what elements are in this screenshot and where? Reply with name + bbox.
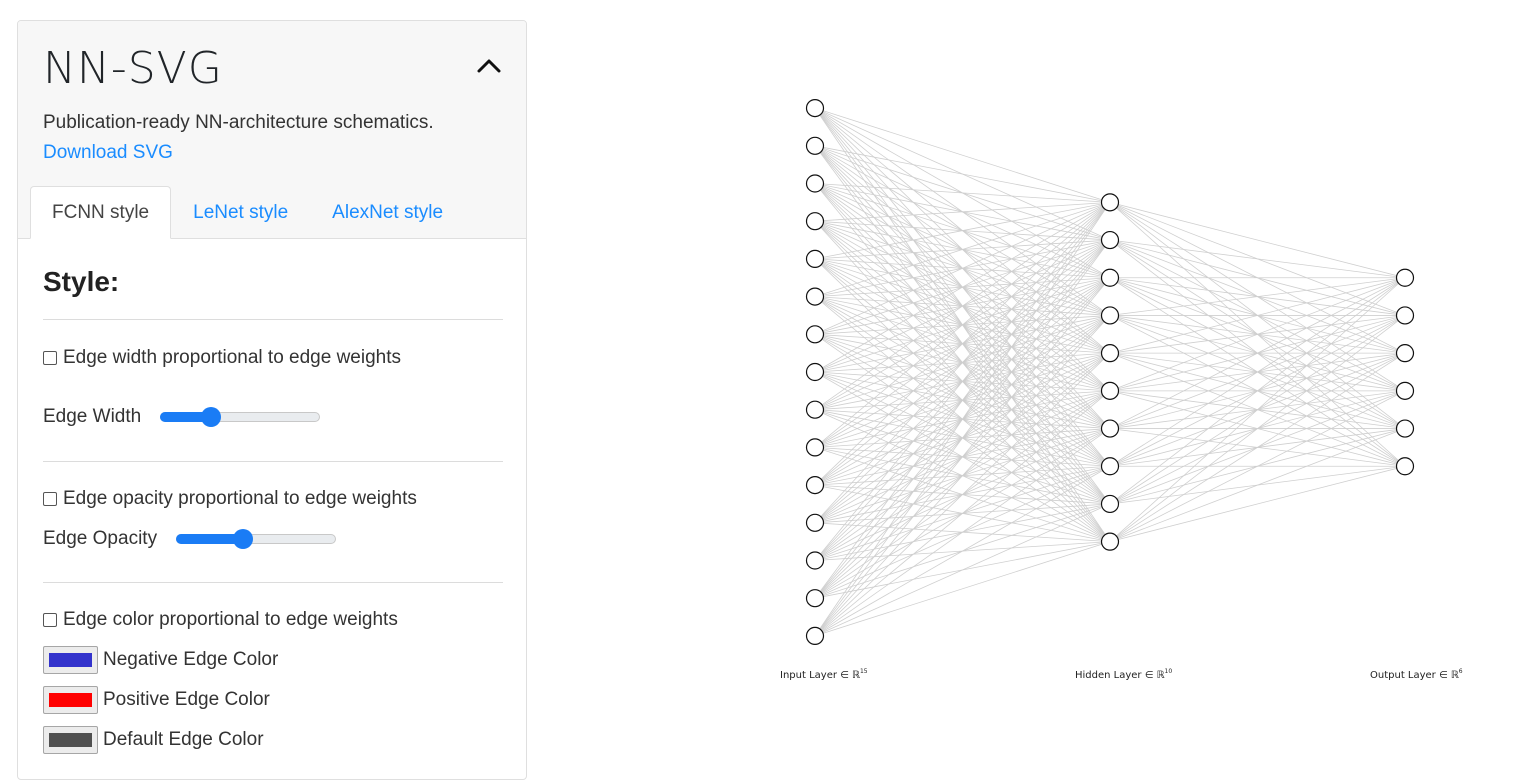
network-node [805,476,825,495]
settings-panel: NN-SVG Publication-ready NN-architecture… [17,20,527,780]
network-node [805,98,825,118]
edge-opacity-label: Edge Opacity [43,528,158,549]
edge-width-row: Edge Width [43,406,321,428]
network-node [1395,419,1415,438]
network-node [1100,230,1120,250]
layer-labels: Input Layer ∈ ℝ15 Hidden Layer ∈ ℝ10 Out… [780,668,1463,681]
divider [43,461,503,462]
edge-opacity-proportional-row: Edge opacity proportional to edge weight… [43,488,417,510]
network-node [805,136,825,155]
network-node [1100,494,1120,514]
network-node [1100,532,1120,551]
tab-alexnet-style[interactable]: AlexNet style [310,186,465,238]
network-node [805,174,825,193]
network-node [805,626,825,646]
nodes-group [805,98,1415,646]
tab-lenet-style[interactable]: LeNet style [171,186,310,238]
network-edge [1109,352,1406,542]
output-layer-label: Output Layer ∈ ℝ6 [1370,668,1463,681]
network-node [1395,457,1415,476]
network-node [1100,457,1120,476]
chevron-up-icon [477,59,501,73]
edge-color-proportional-label: Edge color proportional to edge weights [63,609,398,630]
network-node [805,362,825,382]
network-edge [1109,239,1406,279]
negative-edge-color-label: Negative Edge Color [103,649,279,670]
edge-width-slider[interactable] [160,407,321,427]
network-edge [1109,428,1406,543]
network-node [1100,193,1120,212]
edge-opacity-slider[interactable] [176,529,337,549]
network-node [805,212,825,231]
edge-width-proportional-label: Edge width proportional to edge weights [63,347,402,368]
network-node [805,513,825,532]
style-tabs: FCNN style LeNet style AlexNet style [30,186,465,239]
default-edge-color-picker[interactable] [43,726,98,754]
collapse-button[interactable] [474,51,504,81]
divider [43,582,503,583]
edge-opacity-proportional-checkbox[interactable] [43,492,57,506]
network-node [1395,344,1415,363]
network-diagram: Input Layer ∈ ℝ15 Hidden Layer ∈ ℝ10 Out… [780,98,1463,681]
edge-color-proportional-row: Edge color proportional to edge weights [43,609,398,631]
network-node [805,438,825,457]
color-swatch [49,693,92,707]
network-node [1100,344,1120,363]
edge-opacity-proportional-label: Edge opacity proportional to edge weight… [63,488,417,509]
network-node [1395,306,1415,325]
network-node [805,589,825,608]
input-layer-dim: 15 [860,668,868,675]
network-node [1100,268,1120,287]
color-swatch [49,653,92,667]
download-svg-link[interactable]: Download SVG [43,142,173,164]
output-layer-dim: 6 [1459,668,1463,675]
network-node [1395,268,1415,287]
color-swatch [49,733,92,747]
network-node [1100,381,1120,400]
default-edge-color-row: Default Edge Color [43,726,264,754]
network-node [805,400,825,419]
style-heading: Style: [43,266,120,297]
edge-color-proportional-checkbox[interactable] [43,613,57,627]
positive-edge-color-label: Positive Edge Color [103,689,270,710]
edge-width-label: Edge Width [43,406,142,427]
network-node [1395,381,1415,400]
network-node [805,325,825,344]
network-node [1100,306,1120,325]
slider-handle[interactable] [233,529,254,549]
tagline: Publication-ready NN-architecture schema… [43,112,434,133]
tab-fcnn-style[interactable]: FCNN style [30,186,172,239]
hidden-layer-dim: 10 [1165,668,1173,675]
edge-width-proportional-checkbox[interactable] [43,351,57,365]
network-node [805,249,825,268]
input-layer-label: Input Layer ∈ ℝ15 [780,668,868,681]
positive-edge-color-row: Positive Edge Color [43,686,270,714]
negative-edge-color-row: Negative Edge Color [43,646,278,674]
positive-edge-color-picker[interactable] [43,686,98,714]
negative-edge-color-picker[interactable] [43,646,98,674]
hidden-layer-label: Hidden Layer ∈ ℝ10 [1075,668,1172,681]
default-edge-color-label: Default Edge Color [103,729,264,750]
edges-group [814,107,1406,637]
network-edge [1109,201,1406,279]
panel-header: NN-SVG Publication-ready NN-architecture… [18,21,526,239]
network-edge [1109,465,1406,543]
edge-opacity-row: Edge Opacity [43,528,337,550]
network-node [805,287,825,306]
edge-width-proportional-row: Edge width proportional to edge weights [43,347,401,369]
network-node [805,551,825,570]
app-title: NN-SVG [43,43,223,94]
slider-handle[interactable] [201,407,222,427]
network-edge [1109,277,1406,542]
divider [43,319,503,320]
network-node [1100,419,1120,438]
